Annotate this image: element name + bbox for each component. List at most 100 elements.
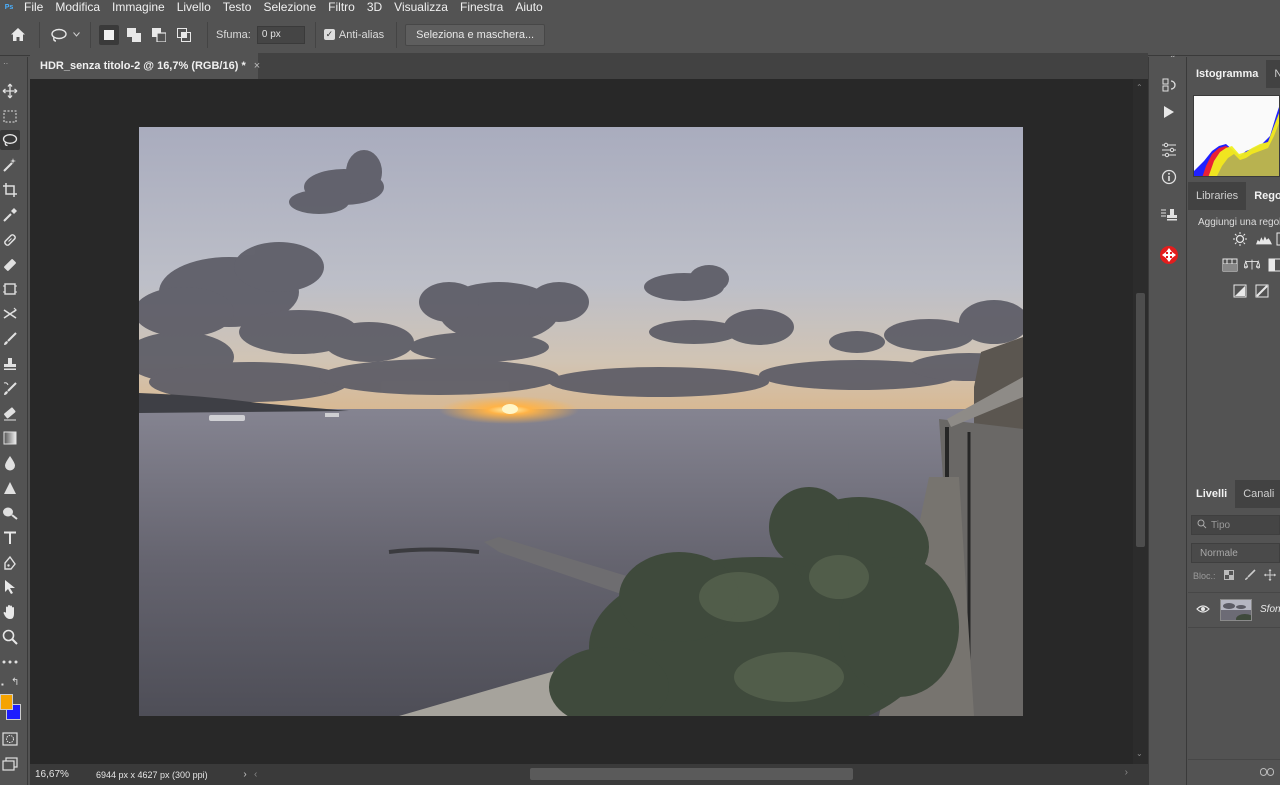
tab-adjustments[interactable]: Regola [1246,182,1280,210]
document-image[interactable] [139,127,1023,716]
menu-help[interactable]: Aiuto [509,0,548,14]
status-menu-icon[interactable]: › [236,769,254,780]
path-select-icon[interactable] [0,577,20,597]
feather-input[interactable] [256,25,305,44]
layers-tabs: Livelli Canali [1188,480,1280,508]
dodge-icon[interactable] [0,503,20,523]
zoom-level[interactable]: 16,67% [30,769,96,780]
color-balance-icon[interactable] [1244,257,1260,273]
move-icon[interactable] [0,81,20,101]
layer-row[interactable]: Sfon [1188,592,1280,628]
content-aware-move-icon[interactable] [0,304,20,324]
adjustments-sliders-icon[interactable] [1159,140,1179,160]
tab-histogram[interactable]: Istogramma [1188,60,1267,88]
tab-libraries[interactable]: Libraries [1188,182,1246,210]
intersect-selection-icon[interactable] [174,25,194,45]
history-brush-icon[interactable] [0,379,20,399]
foreground-color-swatch[interactable] [0,694,13,710]
histogram-tabs: Istogramma Na [1188,60,1280,88]
layer-filter-input[interactable]: Tipo [1191,515,1280,535]
subtract-selection-icon[interactable] [149,25,169,45]
info-icon[interactable] [1159,167,1179,187]
visibility-eye-icon[interactable] [1196,603,1210,617]
lock-transparent-icon[interactable] [1223,570,1234,582]
link-layers-icon[interactable] [1260,765,1274,779]
scroll-right-icon[interactable]: › [1125,767,1128,778]
text-icon[interactable] [0,528,20,548]
scroll-left-icon[interactable]: ‹ [254,769,524,780]
swap-colors-icon[interactable]: ↰ [11,677,19,688]
tab-channels[interactable]: Canali [1235,480,1280,508]
menu-layer[interactable]: Livello [171,0,217,14]
scroll-down-icon[interactable]: ⌄ [1136,749,1143,758]
patch-icon[interactable] [0,255,20,275]
hand-icon[interactable] [0,602,20,622]
default-colors-icon[interactable]: ▪ [1,680,4,689]
curves-icon[interactable] [1276,231,1280,247]
lock-label: Bloc.: [1193,571,1216,581]
panel-icon-strip [1148,57,1187,785]
brightness-icon[interactable] [1232,231,1248,247]
lock-row: Bloc.: [1193,569,1276,583]
menu-3d[interactable]: 3D [361,0,388,14]
lock-position-icon[interactable] [1263,569,1276,583]
sharpen-icon[interactable] [0,478,20,498]
menu-image[interactable]: Immagine [106,0,171,14]
zoom-icon[interactable] [0,627,20,647]
document-tab[interactable]: HDR_senza titolo-2 @ 16,7% (RGB/16) * × [30,53,260,79]
black-white-icon[interactable] [1268,257,1280,273]
lasso-preset-icon[interactable] [48,24,70,46]
marquee-icon[interactable] [0,106,20,126]
stamp-source-icon[interactable] [1159,205,1179,225]
tab-layers[interactable]: Livelli [1188,480,1236,508]
menu-filter[interactable]: Filtro [322,0,361,14]
menu-type[interactable]: Testo [217,0,258,14]
plugin-icon[interactable] [1159,245,1179,265]
horizontal-scroll-thumb[interactable] [530,768,853,780]
eyedropper-icon[interactable] [0,205,20,225]
actions-play-icon[interactable] [1159,102,1179,122]
history-icon[interactable] [1159,75,1179,95]
levels-icon[interactable] [1256,231,1272,247]
toolbar-grip-icon[interactable]: ·· [3,59,8,68]
frame-icon[interactable] [0,279,20,299]
hue-saturation-icon[interactable] [1222,257,1238,273]
healing-brush-icon[interactable] [0,230,20,250]
options-bar: Sfuma: ✓ Anti-alias Seleziona e maschera… [0,14,1280,56]
tab-navigator[interactable]: Na [1266,60,1280,88]
canvas-area[interactable] [30,79,1133,764]
select-and-mask-button[interactable]: Seleziona e maschera... [405,23,546,46]
chevron-down-icon[interactable] [70,24,82,46]
menu-view[interactable]: Visualizza [388,0,454,14]
stamp-icon[interactable] [0,354,20,374]
add-selection-icon[interactable] [124,25,144,45]
more-tools-icon[interactable] [0,652,20,672]
lock-pixels-icon[interactable] [1244,569,1256,583]
eraser-icon[interactable] [0,404,20,424]
blur-icon[interactable] [0,453,20,473]
menu-file[interactable]: File [18,0,49,14]
screen-mode-icon[interactable] [0,754,20,774]
menu-select[interactable]: Selezione [257,0,322,14]
antialias-checkbox[interactable]: ✓ [323,29,335,40]
magic-wand-icon[interactable] [0,155,20,175]
blend-mode-select[interactable]: Normale [1191,543,1280,563]
close-icon[interactable]: × [254,60,260,72]
lasso-icon[interactable] [0,130,20,150]
brush-icon[interactable] [0,329,20,349]
new-selection-icon[interactable] [99,24,119,45]
invert-icon[interactable] [1232,283,1248,299]
vertical-scroll-thumb[interactable] [1136,293,1145,547]
pen-icon[interactable] [0,553,20,573]
menu-window[interactable]: Finestra [454,0,509,14]
gradient-icon[interactable] [0,428,20,448]
posterize-icon[interactable] [1254,283,1270,299]
quick-mask-icon[interactable] [0,729,20,749]
crop-icon[interactable] [0,180,20,200]
menu-edit[interactable]: Modifica [49,0,106,14]
menu-bar: Ps File Modifica Immagine Livello Testo … [0,0,1280,14]
vertical-scrollbar[interactable]: ⌃ ⌄ [1133,79,1148,764]
separator [396,21,398,48]
scroll-up-icon[interactable]: ⌃ [1136,83,1143,92]
home-icon[interactable] [7,24,29,46]
